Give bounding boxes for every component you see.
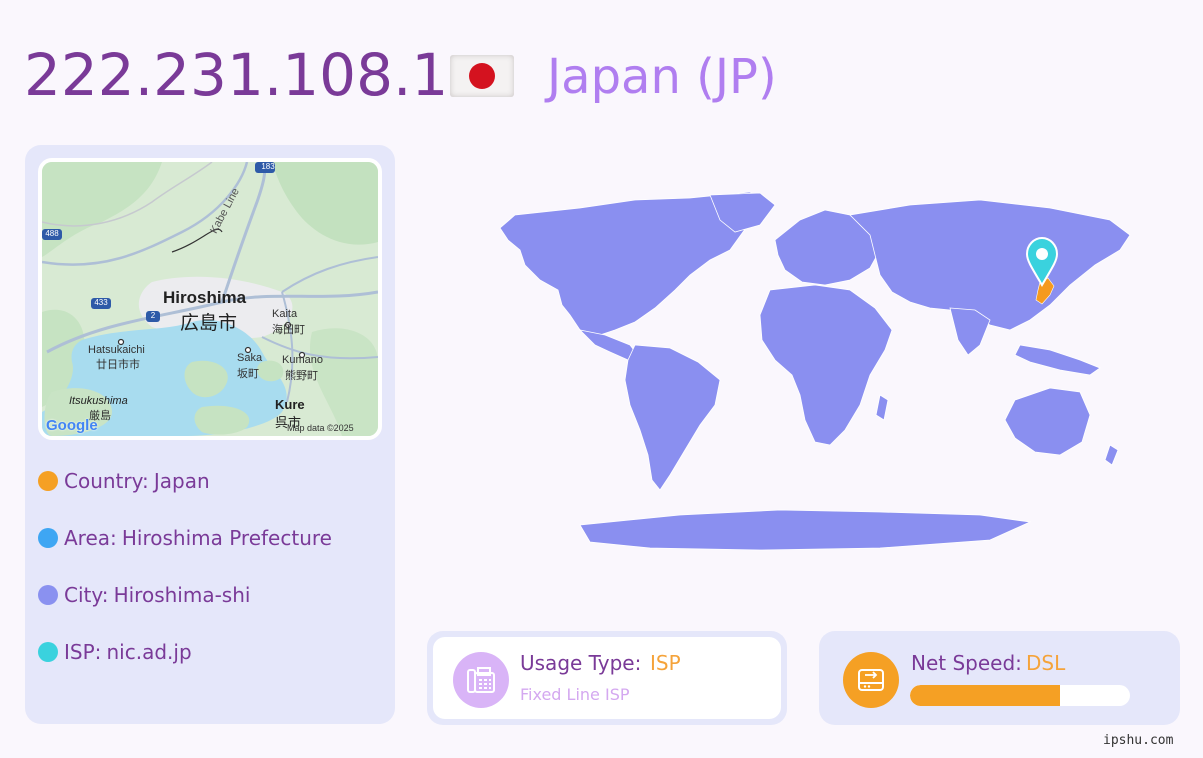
usage-type-card: Usage Type: ISP Fixed Line ISP [427, 631, 787, 725]
country-row: Country: Japan [38, 467, 332, 524]
net-speed-value: DSL [1026, 651, 1066, 675]
itsukushima-label: Itsukushima [69, 395, 128, 407]
area-row: Area: Hiroshima Prefecture [38, 524, 332, 581]
info-list: Country: Japan Area: Hiroshima Prefectur… [38, 467, 332, 695]
country-title: Japan (JP) [547, 49, 777, 105]
route-183-label: 183 [261, 162, 275, 171]
isp-row: ISP: nic.ad.jp [38, 638, 332, 695]
kumano-jp-label: 熊野町 [285, 370, 318, 382]
fax-phone-icon [453, 652, 509, 708]
page: 222.231.108.1 Japan (JP) 183 488 433 2 K… [0, 0, 1203, 758]
usage-type-value: ISP [650, 651, 681, 675]
saka-label: Saka [237, 352, 263, 364]
google-logo: Google [46, 417, 98, 434]
area-value: Hiroshima Prefecture [121, 526, 332, 550]
usage-type-sub: Fixed Line ISP [520, 685, 630, 704]
isp-value: nic.ad.jp [106, 640, 192, 664]
hatsukaichi-jp-label: 廿日市市 [96, 359, 140, 371]
flag-sun-disc [469, 63, 495, 89]
net-speed-progress-track [910, 685, 1130, 706]
new-zealand-shape [1104, 444, 1119, 466]
city-dot [38, 585, 58, 605]
isp-dot [38, 642, 58, 662]
south-america-shape [624, 344, 721, 491]
australia-shape [1004, 387, 1091, 456]
kaita-label: Kaita [272, 308, 298, 320]
city-label: City: [64, 583, 109, 607]
map-attribution: Map data ©2025 [287, 423, 354, 433]
usage-type-label: Usage Type: [520, 651, 642, 675]
net-speed-card: Net Speed: DSL [819, 631, 1180, 725]
site-footer[interactable]: ipshu.com [1103, 733, 1173, 748]
net-speed-label: Net Speed: [911, 651, 1022, 675]
country-label: Country: [64, 469, 149, 493]
africa-shape [759, 284, 893, 446]
kure-label: Kure [275, 397, 305, 412]
hatsukaichi-label: Hatsukaichi [88, 344, 145, 356]
google-map-thumbnail[interactable]: 183 488 433 2 Kabe Line Hiroshima 広島市 Ka… [38, 158, 382, 440]
route-433-label: 433 [94, 298, 108, 307]
hiroshima-label: Hiroshima [163, 288, 247, 307]
hard-drive-transfer-icon [843, 652, 899, 708]
net-speed-progress-fill [910, 685, 1060, 706]
usage-type-inner: Usage Type: ISP Fixed Line ISP [433, 637, 781, 719]
kabe-line-label: Kabe Line [208, 186, 242, 236]
route-2-label: 2 [150, 311, 156, 320]
antarctica-shape [579, 509, 1032, 551]
city-value: Hiroshima-shi [113, 583, 251, 607]
location-panel: 183 488 433 2 Kabe Line Hiroshima 広島市 Ka… [25, 145, 395, 724]
route-488-label: 488 [45, 229, 59, 238]
kaita-jp-label: 海田町 [272, 324, 305, 336]
world-map [499, 191, 1131, 551]
hiroshima-jp-label: 広島市 [180, 313, 238, 334]
area-label: Area: [64, 526, 117, 550]
city-row: City: Hiroshima-shi [38, 581, 332, 638]
map-labels: 183 488 433 2 Kabe Line Hiroshima 広島市 Ka… [42, 162, 378, 436]
ip-address: 222.231.108.1 [24, 41, 449, 109]
indonesia-shape [1014, 344, 1101, 376]
saka-jp-label: 坂町 [237, 368, 259, 380]
country-value: Japan [153, 469, 210, 493]
asia-shape [849, 199, 1131, 331]
japan-flag-icon [450, 55, 514, 97]
isp-label: ISP: [64, 640, 102, 664]
kumano-label: Kumano [282, 354, 323, 366]
area-dot [38, 528, 58, 548]
madagascar-shape [875, 394, 889, 421]
country-dot [38, 471, 58, 491]
